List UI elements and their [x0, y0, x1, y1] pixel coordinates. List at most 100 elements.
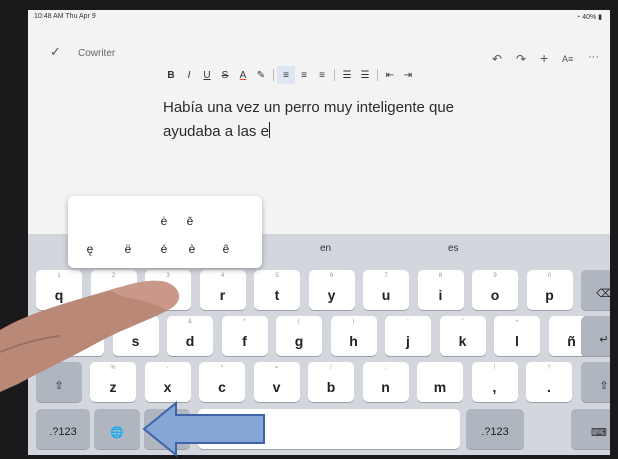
decrease-indent-button[interactable]: ⇤ — [381, 66, 399, 84]
toolbar-separator — [273, 69, 274, 81]
key-label: h — [349, 333, 358, 349]
status-time: 10:48 AM Thu Apr 9 — [34, 13, 96, 20]
text-format-icon[interactable]: A≡ — [562, 54, 573, 64]
key-hint: 6 — [329, 273, 334, 279]
document-body[interactable]: Había una vez un perro muy inteligente q… — [163, 96, 523, 144]
accent-option[interactable]: ē — [182, 214, 198, 228]
key-label: n — [381, 379, 390, 395]
align-left-button[interactable]: ≡ — [277, 66, 295, 84]
key-o[interactable]: 9o — [472, 270, 518, 310]
return-icon[interactable]: ↵ — [581, 316, 610, 356]
backspace-icon[interactable]: ⌫ — [581, 270, 610, 310]
key-n[interactable]: ; n — [362, 362, 409, 402]
key-label: ↵ — [599, 334, 609, 346]
key-u[interactable]: 7u — [363, 270, 409, 310]
toolbar-separator — [334, 69, 335, 81]
shift-icon[interactable]: ⇧ — [581, 362, 610, 402]
bulleted-list-button[interactable]: ☰ — [338, 66, 356, 84]
finger-photo — [0, 280, 180, 392]
numbers-key[interactable]: .?123 — [36, 409, 90, 449]
italic-button[interactable]: I — [180, 66, 198, 84]
key-label: b — [326, 379, 336, 395]
key-hint: + — [515, 319, 519, 325]
key-hint: 5 — [275, 273, 279, 279]
keyboard-dismiss-icon[interactable]: ⌨ — [571, 409, 610, 449]
battery-indicator: ◔ 40% ▮ — [576, 14, 602, 21]
key-hint: : — [439, 365, 441, 371]
underline-button[interactable]: U — [198, 66, 216, 84]
key-hint: = — [274, 365, 279, 371]
key-hint: ) — [352, 319, 355, 325]
key-hint: ? — [547, 365, 551, 371]
key-k[interactable]: " k — [439, 316, 486, 356]
key-label: o — [490, 287, 500, 303]
highlight-button[interactable]: ✎ — [252, 66, 270, 84]
key-hint: ' — [407, 319, 409, 325]
accent-option[interactable]: é — [156, 242, 172, 256]
numbers-key[interactable]: .?123 — [466, 409, 524, 449]
key-label: i — [438, 287, 443, 303]
document-line-1: Había una vez un perro muy inteligente q… — [163, 99, 455, 116]
key-label: t — [274, 287, 280, 303]
strikethrough-button[interactable]: S — [216, 66, 234, 84]
key-v[interactable]: = v — [253, 362, 300, 402]
key-l[interactable]: + l — [494, 316, 540, 356]
key-r[interactable]: 4r — [199, 270, 246, 310]
key-label: r — [219, 287, 226, 303]
accent-option[interactable]: ë — [120, 242, 136, 256]
key-h[interactable]: ) h — [330, 316, 377, 356]
key-hint: ^ — [220, 365, 224, 371]
key-y[interactable]: 6y — [308, 270, 355, 310]
align-center-button[interactable]: ≡ — [295, 66, 313, 84]
key-label: .?123 — [481, 426, 509, 438]
key-hint: 0 — [547, 273, 552, 279]
key-b[interactable]: / b — [308, 362, 354, 402]
accent-option[interactable]: è — [184, 242, 200, 256]
prediction-en[interactable]: en — [320, 243, 331, 254]
key-j[interactable]: ' j — [385, 316, 431, 356]
key-label: v — [272, 379, 281, 395]
key-label: f — [242, 333, 247, 349]
key-m[interactable]: :m — [417, 362, 463, 402]
numbered-list-button[interactable]: ☰ — [356, 66, 374, 84]
prediction-es[interactable]: es — [448, 243, 459, 254]
align-right-button[interactable]: ≡ — [313, 66, 331, 84]
more-icon[interactable]: ··· — [588, 51, 599, 63]
key-g[interactable]: (g — [276, 316, 322, 356]
key-f[interactable]: * f — [221, 316, 268, 356]
redo-icon[interactable]: ↷ — [516, 52, 526, 66]
key-label: k — [458, 333, 467, 349]
key-hint: 7 — [384, 273, 388, 279]
key-p[interactable]: 0p — [526, 270, 573, 310]
checkmark-icon[interactable]: ✓ — [50, 44, 61, 60]
accent-option[interactable]: ė — [156, 214, 172, 228]
key-i[interactable]: 8i — [417, 270, 464, 310]
key-hint: / — [330, 365, 332, 371]
left-arrow-annotation-icon — [142, 401, 265, 457]
accent-option[interactable]: ê — [218, 242, 234, 256]
bold-button[interactable]: B — [162, 66, 180, 84]
key-label: p — [545, 287, 554, 303]
key-comma[interactable]: !, — [471, 362, 518, 402]
document-line-2: ayudaba a las e — [163, 122, 271, 140]
text-caret — [268, 122, 271, 138]
key-hint: ! — [493, 365, 496, 371]
key-hint: ( — [298, 319, 300, 325]
globe-icon[interactable]: 🌐 — [94, 409, 140, 449]
key-t[interactable]: 5t — [254, 270, 300, 310]
key-label: . — [547, 379, 551, 395]
key-label: u — [381, 287, 391, 303]
undo-icon[interactable]: ↶ — [492, 52, 502, 66]
key-label: l — [515, 333, 519, 349]
text-color-button[interactable]: A — [234, 66, 252, 84]
key-hint: 9 — [493, 273, 497, 279]
plus-icon[interactable]: + — [540, 50, 548, 66]
increase-indent-button[interactable]: ⇥ — [399, 66, 417, 84]
key-c[interactable]: ^ c — [199, 362, 245, 402]
accent-option[interactable]: ę — [82, 242, 98, 256]
key-label: j — [406, 333, 410, 349]
key-label: ⇧ — [599, 380, 609, 392]
key-label: .?123 — [49, 426, 77, 438]
key-period[interactable]: ?. — [526, 362, 572, 402]
key-label: c — [218, 379, 226, 395]
